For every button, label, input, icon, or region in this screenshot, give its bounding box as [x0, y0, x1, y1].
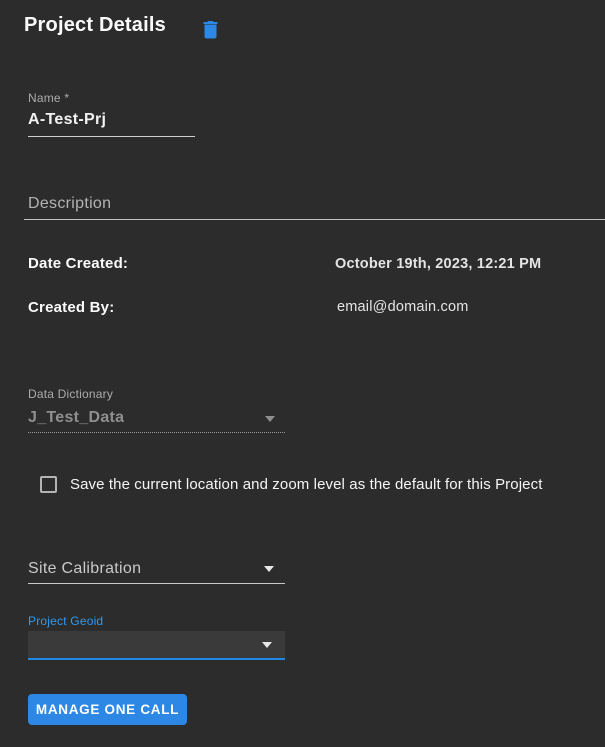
data-dictionary-label: Data Dictionary [28, 387, 114, 401]
save-default-checkbox-row[interactable]: Save the current location and zoom level… [40, 476, 542, 493]
page-title: Project Details [24, 14, 166, 36]
project-geoid-select[interactable] [28, 631, 285, 660]
save-default-checkbox-label: Save the current location and zoom level… [70, 476, 543, 493]
delete-project-button[interactable] [199, 18, 221, 42]
date-created-value: October 19th, 2023, 12:21 PM [335, 256, 542, 272]
save-default-checkbox[interactable] [40, 476, 57, 493]
name-input-underline [28, 136, 195, 137]
created-by-label: Created By: [28, 299, 115, 316]
name-input[interactable]: A-Test-Prj [28, 111, 106, 129]
data-dictionary-underline [28, 432, 285, 433]
date-created-label: Date Created: [28, 255, 129, 272]
description-input-underline [24, 219, 605, 220]
name-field-label: Name * [28, 91, 70, 105]
data-dictionary-chevron-down-icon [265, 416, 275, 422]
data-dictionary-select: J_Test_Data [28, 409, 125, 426]
trash-icon [202, 20, 219, 42]
site-calibration-select[interactable]: Site Calibration [28, 560, 141, 578]
project-geoid-chevron-down-icon [262, 642, 272, 648]
site-calibration-chevron-down-icon [264, 566, 274, 572]
description-input-label[interactable]: Description [28, 195, 111, 213]
site-calibration-underline [28, 583, 285, 584]
project-geoid-label: Project Geoid [28, 614, 104, 628]
manage-one-call-button[interactable]: MANAGE ONE CALL [28, 694, 187, 725]
created-by-value: email@domain.com [337, 299, 469, 315]
